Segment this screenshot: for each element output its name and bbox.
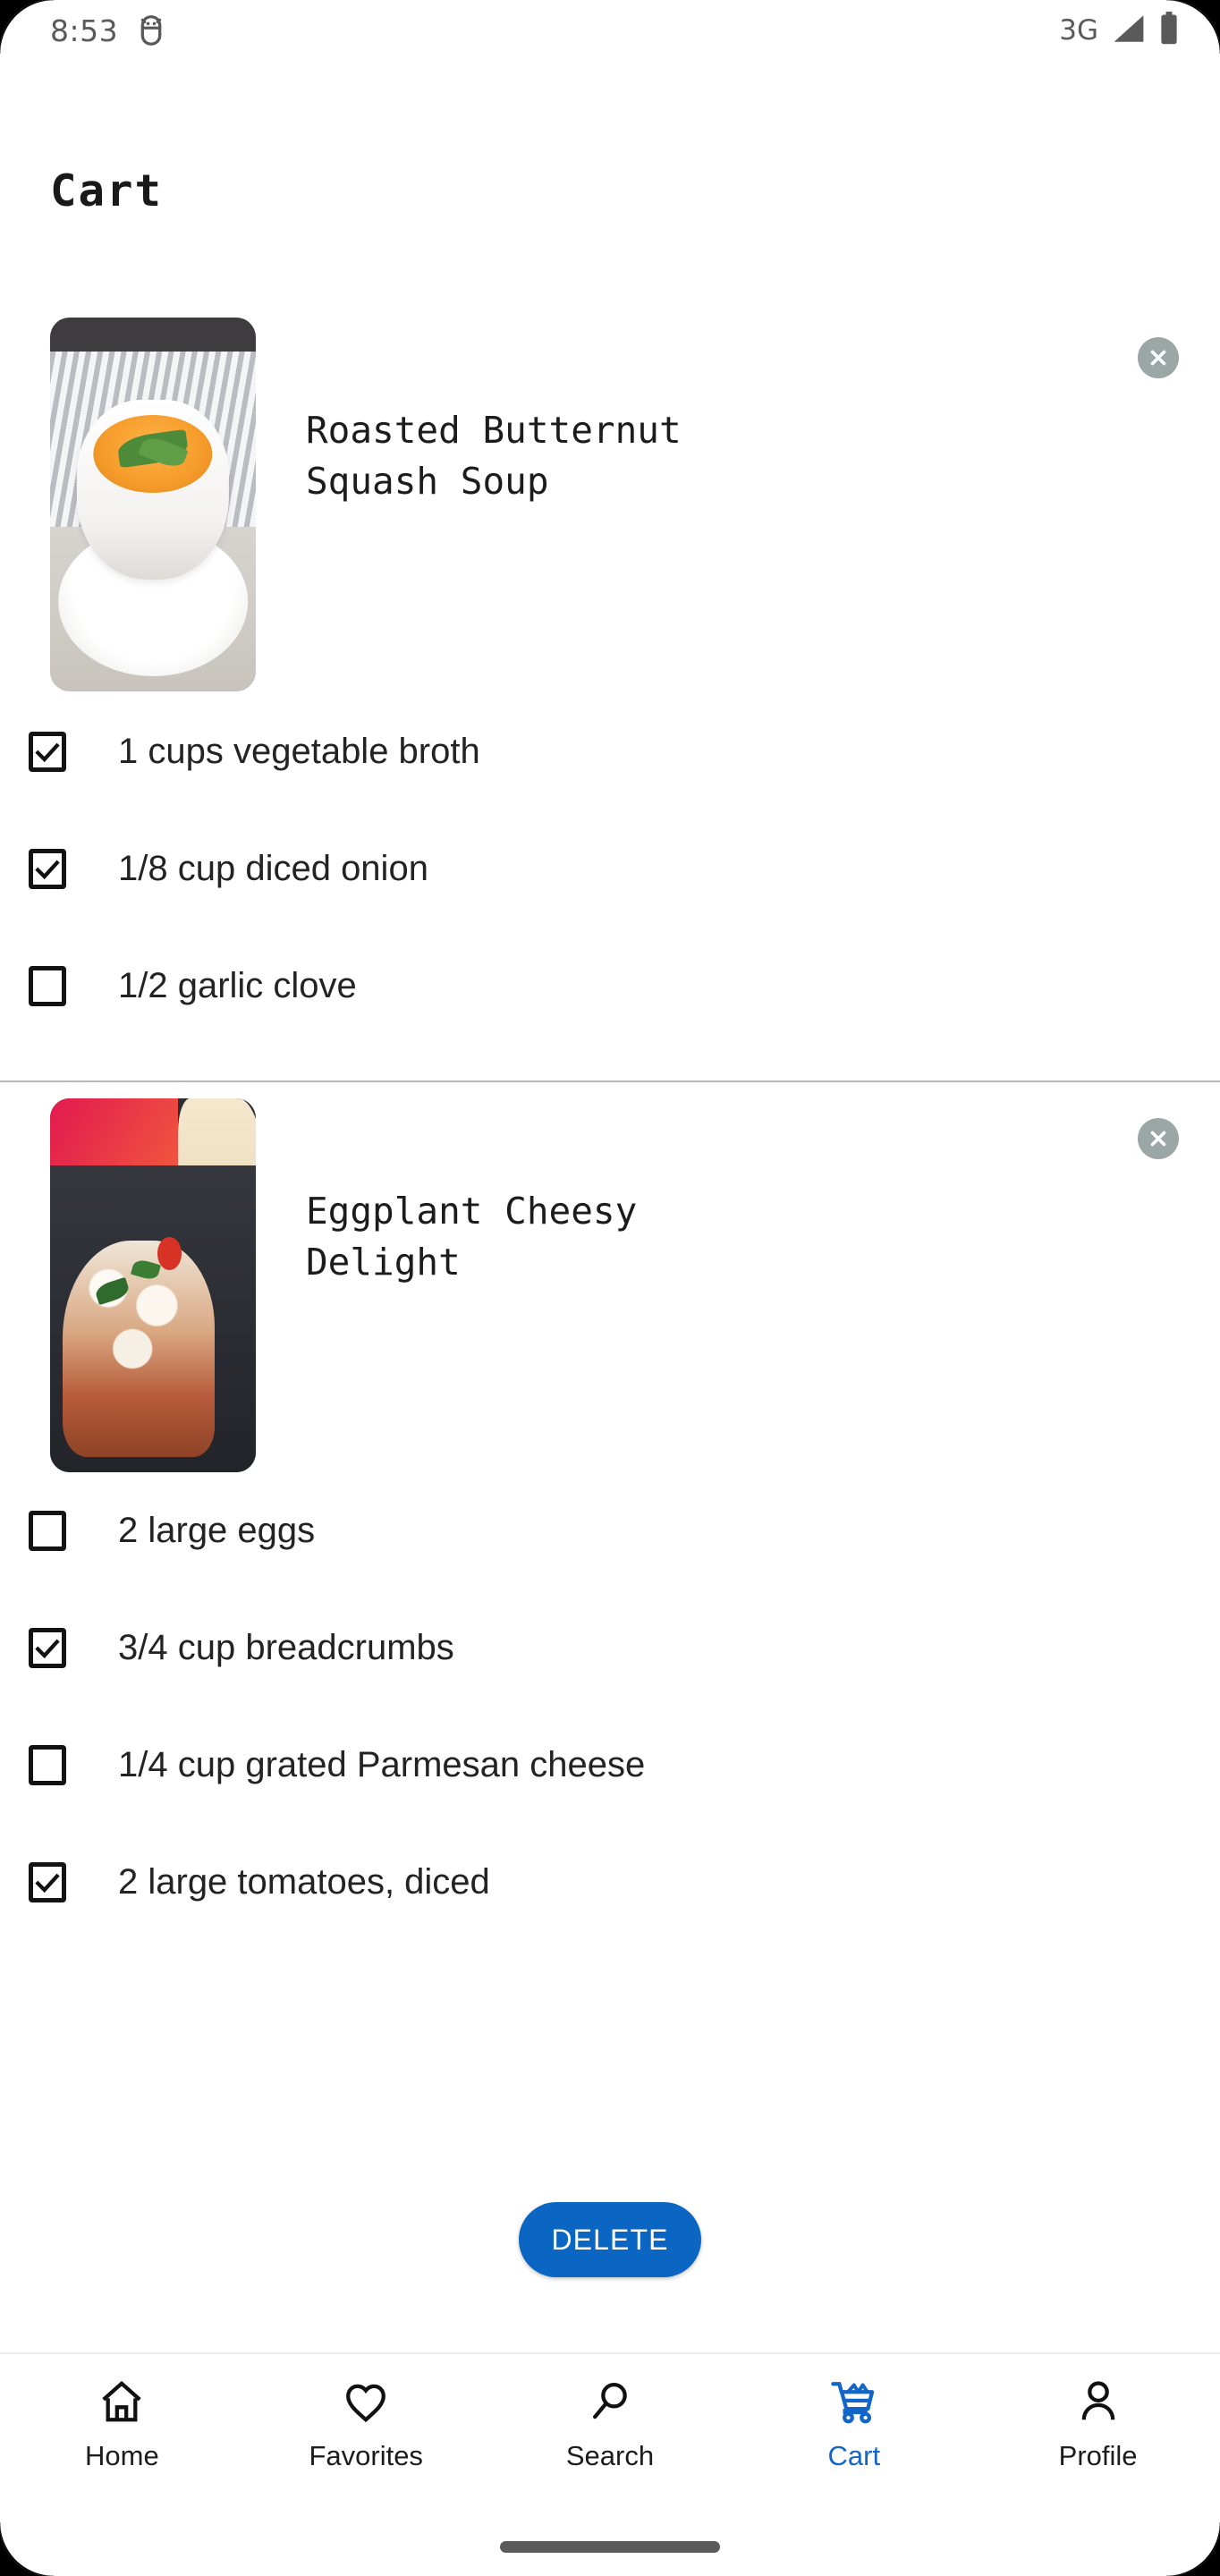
- status-bar-left: 8:53: [50, 13, 166, 48]
- cart-group-roasted-butternut-squash-soup: Roasted Butternut Squash Soup 1 cups veg…: [0, 318, 1220, 1082]
- nav-label-cart: Cart: [827, 2440, 881, 2471]
- cart-list: Roasted Butternut Squash Soup 1 cups veg…: [0, 318, 1220, 1941]
- delete-button[interactable]: DELETE: [519, 2202, 701, 2277]
- ingredient-checkbox-unchecked[interactable]: [29, 966, 66, 1006]
- ingredient-row[interactable]: 2 large eggs: [0, 1472, 1220, 1589]
- ingredient-checkbox-unchecked[interactable]: [29, 1745, 66, 1785]
- screen-corner-bottom-left: [0, 2522, 54, 2576]
- status-bar: 8:53 3G: [0, 0, 1220, 61]
- remove-recipe-button-soup[interactable]: [1138, 337, 1179, 378]
- check-icon: [35, 860, 60, 879]
- check-icon: [35, 742, 60, 762]
- recipe-header: Eggplant Cheesy Delight: [0, 1082, 1220, 1472]
- nav-label-favorites: Favorites: [309, 2440, 423, 2471]
- delete-button-container: DELETE: [0, 2202, 1220, 2277]
- recipe-header: Roasted Butternut Squash Soup: [0, 318, 1220, 693]
- status-bar-clock: 8:53: [50, 13, 119, 48]
- recipe-thumbnail-soup: [50, 318, 256, 691]
- nav-label-profile: Profile: [1058, 2440, 1138, 2471]
- android-robot-icon: [136, 14, 166, 47]
- ingredient-label: 2 large eggs: [118, 1511, 316, 1550]
- shopping-cart-icon: [830, 2377, 878, 2426]
- ingredient-checkbox-checked[interactable]: [29, 732, 66, 772]
- nav-item-home[interactable]: Home: [0, 2377, 244, 2472]
- ingredient-label: 2 large tomatoes, diced: [118, 1862, 490, 1902]
- ingredient-row[interactable]: 1/4 cup grated Parmesan cheese: [0, 1707, 1220, 1824]
- ingredient-label: 1/2 garlic clove: [118, 966, 357, 1005]
- ingredient-row[interactable]: 1/8 cup diced onion: [0, 810, 1220, 928]
- ingredient-label: 1/8 cup diced onion: [118, 849, 428, 888]
- ingredient-label: 1 cups vegetable broth: [118, 732, 480, 771]
- nav-item-cart[interactable]: Cart: [732, 2377, 976, 2472]
- page-title: Cart: [50, 165, 164, 216]
- battery-full-icon: [1159, 11, 1179, 50]
- search-icon: [586, 2377, 634, 2426]
- ingredient-label: 3/4 cup breadcrumbs: [118, 1628, 454, 1667]
- nav-item-profile[interactable]: Profile: [976, 2377, 1220, 2472]
- eggplant-photo-art: [50, 1098, 256, 1472]
- nav-item-favorites[interactable]: Favorites: [244, 2377, 488, 2472]
- close-icon: [1150, 1131, 1166, 1147]
- close-icon: [1150, 350, 1166, 366]
- home-icon: [97, 2377, 146, 2426]
- ingredient-list: 1 cups vegetable broth 1/8 cup diced oni…: [0, 693, 1220, 1045]
- nav-item-search[interactable]: Search: [488, 2377, 733, 2472]
- screen-corner-bottom-right: [1166, 2522, 1220, 2576]
- soup-photo-art: [50, 318, 256, 691]
- ingredient-checkbox-checked[interactable]: [29, 1628, 66, 1668]
- ingredient-list: 2 large eggs 3/4 cup breadcrumbs 1/4 cup…: [0, 1472, 1220, 1941]
- phone-screen: 8:53 3G Cart Roasted Butternut Squash So…: [0, 0, 1220, 2576]
- ingredient-row[interactable]: 2 large tomatoes, diced: [0, 1824, 1220, 1941]
- ingredient-label: 1/4 cup grated Parmesan cheese: [118, 1745, 646, 1784]
- ingredient-checkbox-unchecked[interactable]: [29, 1511, 66, 1551]
- nav-label-search: Search: [565, 2440, 655, 2471]
- ingredient-row[interactable]: 1/2 garlic clove: [0, 928, 1220, 1045]
- signal-bars-icon: [1111, 13, 1147, 49]
- nav-label-home: Home: [85, 2440, 159, 2471]
- ingredient-checkbox-checked[interactable]: [29, 849, 66, 889]
- recipe-title: Eggplant Cheesy Delight: [306, 1190, 638, 1284]
- ingredient-checkbox-checked[interactable]: [29, 1862, 66, 1902]
- bottom-navigation-bar: Home Favorites Search Cart Profile: [0, 2352, 1220, 2510]
- ingredient-row[interactable]: 1 cups vegetable broth: [0, 693, 1220, 810]
- remove-recipe-button-eggplant[interactable]: [1138, 1118, 1179, 1159]
- ingredient-row[interactable]: 3/4 cup breadcrumbs: [0, 1589, 1220, 1707]
- recipe-thumbnail-eggplant: [50, 1098, 256, 1472]
- heart-icon: [342, 2377, 390, 2426]
- status-bar-right: 3G: [1059, 11, 1179, 50]
- cart-group-eggplant-cheesy-delight: Eggplant Cheesy Delight 2 large eggs 3/4…: [0, 1082, 1220, 1941]
- check-icon: [35, 1873, 60, 1893]
- person-icon: [1074, 2377, 1123, 2426]
- network-type-label: 3G: [1059, 14, 1098, 47]
- recipe-title: Roasted Butternut Squash Soup: [306, 409, 682, 503]
- home-indicator[interactable]: [500, 2541, 720, 2553]
- check-icon: [35, 1639, 60, 1658]
